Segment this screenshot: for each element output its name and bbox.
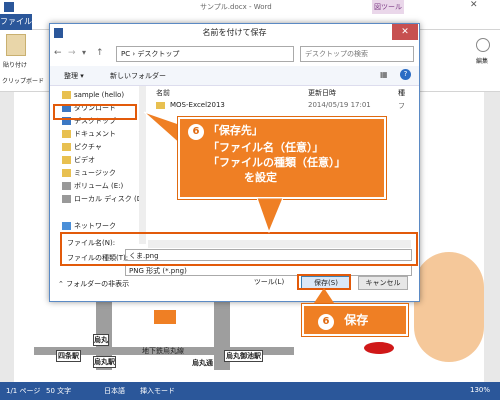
network-icon xyxy=(62,222,71,230)
map-label-oike: 烏丸御池駅 xyxy=(224,350,263,362)
word-title: サンプル.docx - Word xyxy=(200,3,272,11)
user-folder-icon xyxy=(62,91,71,99)
tools-button[interactable]: ツール(L) xyxy=(246,276,292,290)
paste-icon[interactable] xyxy=(6,34,26,56)
window-close-icon[interactable]: ✕ xyxy=(470,0,478,10)
callout-save-text: 保存 xyxy=(344,313,369,327)
nav-item-label: ピクチャ xyxy=(74,143,102,151)
pictures-folder-icon xyxy=(62,143,71,151)
column-header-type[interactable]: 種 xyxy=(398,88,405,98)
word-logo-icon xyxy=(4,2,14,12)
recent-chevron-icon[interactable]: ▾ xyxy=(82,48,86,57)
music-folder-icon xyxy=(62,169,71,177)
step-number-badge: 6 xyxy=(318,314,334,330)
nav-item-label: ネットワーク xyxy=(74,222,116,230)
nav-item-documents[interactable]: ドキュメント xyxy=(62,129,116,140)
file-type: フ xyxy=(398,102,405,110)
new-folder-button[interactable]: 新しいフォルダー xyxy=(110,71,166,81)
map-label-shijo: 四条駅 xyxy=(56,350,81,362)
callout-pointer-down xyxy=(256,197,284,234)
status-mode: 挿入モード xyxy=(140,387,175,395)
clipboard-group-label: クリップボード xyxy=(2,78,45,85)
status-zoom: 130% xyxy=(470,386,491,394)
nav-item-label: ローカル ディスク (D xyxy=(74,195,143,203)
status-page: 1/1 ページ xyxy=(6,387,41,395)
close-button[interactable]: ✕ xyxy=(392,24,418,40)
word-titlebar: サンプル.docx - Word 図ツール ✕ xyxy=(0,0,500,14)
search-input[interactable]: デスクトップの検索 xyxy=(300,46,414,62)
callout-line-4: を設定 xyxy=(244,171,277,184)
chevron-up-icon: ⌃ xyxy=(58,280,67,288)
highlight-desktop xyxy=(53,104,137,120)
nav-item-pictures[interactable]: ピクチャ xyxy=(62,142,102,153)
map-marker xyxy=(154,310,176,324)
drive-icon xyxy=(62,182,71,190)
back-arrow-icon[interactable]: ← xyxy=(54,48,62,58)
bear-illustration xyxy=(414,252,484,362)
nav-item-volume-e[interactable]: ボリューム (E:) xyxy=(62,181,123,192)
highlight-filename-filetype xyxy=(60,232,418,266)
cancel-button[interactable]: キャンセル xyxy=(358,276,408,290)
callout-line-2: 「ファイル名（任意）」 xyxy=(208,141,324,154)
up-arrow-icon[interactable]: ↑ xyxy=(96,48,104,58)
column-header-modified[interactable]: 更新日時 xyxy=(308,88,336,98)
callout-step6-settings: 6 「保存先」 「ファイル名（任意）」 「ファイルの種類（任意）」 を設定 xyxy=(177,116,387,200)
bear-bow-icon xyxy=(364,342,394,354)
documents-folder-icon xyxy=(62,130,71,138)
find-icon[interactable] xyxy=(476,38,490,52)
drive-icon xyxy=(62,195,71,203)
map-label-karasuma: 烏丸 xyxy=(93,334,109,346)
map-label-karasuma-dori: 烏丸通 xyxy=(192,359,213,367)
status-language: 日本語 xyxy=(104,387,125,395)
paste-label: 貼り付け xyxy=(3,62,28,69)
nav-item-label: ミュージック xyxy=(74,169,116,177)
videos-folder-icon xyxy=(62,156,71,164)
hide-folders-label: フォルダーの非表示 xyxy=(66,280,130,288)
nav-item-label: ボリューム (E:) xyxy=(74,182,124,190)
edit-label: 編集 xyxy=(476,58,489,65)
map-label-karasuma-eki: 烏丸駅 xyxy=(93,356,116,368)
address-row: ← → ▾ ↑ PC › デスクトップ デスクトップの検索 xyxy=(54,46,415,64)
view-options-icon[interactable]: ▦ xyxy=(380,70,388,79)
nav-item-label: ドキュメント xyxy=(74,130,116,138)
file-modified: 2014/05/19 17:01 xyxy=(308,101,371,109)
organize-button[interactable]: 整理 ▾ xyxy=(64,71,84,81)
status-bar: 1/1 ページ 50 文字 日本語 挿入モード 130% xyxy=(0,382,500,400)
dialog-toolbar: 整理 ▾ 新しいフォルダー ▦ ? xyxy=(50,66,419,86)
callout-line-3: 「ファイルの種類（任意）」 xyxy=(208,156,346,169)
nav-item-label: sample (hello) xyxy=(74,91,125,99)
map-label-subway: 地下鉄烏丸線 xyxy=(142,347,184,355)
callout-line-1: 「保存先」 xyxy=(207,124,263,137)
hide-folders-toggle[interactable]: ⌃ フォルダーの非表示 xyxy=(58,279,129,289)
word-logo-icon xyxy=(54,28,63,38)
nav-item-network[interactable]: ネットワーク xyxy=(62,221,116,232)
step-number-badge: 6 xyxy=(188,124,204,140)
nav-item-label: ビデオ xyxy=(74,156,95,164)
nav-item-local-disk[interactable]: ローカル ディスク (D xyxy=(62,194,142,205)
nav-item-sample[interactable]: sample (hello) xyxy=(62,90,124,101)
status-words: 50 文字 xyxy=(46,387,72,395)
callout-step6-save: 6 保存 xyxy=(301,303,409,337)
file-tab[interactable]: ファイル xyxy=(0,14,32,30)
help-icon[interactable]: ? xyxy=(400,69,411,80)
dialog-title: 名前を付けて保存 xyxy=(50,24,419,42)
address-bar[interactable]: PC › デスクトップ xyxy=(116,46,294,62)
nav-item-music[interactable]: ミュージック xyxy=(62,168,116,179)
picture-tools-tab[interactable]: 図ツール xyxy=(372,0,404,14)
forward-arrow-icon[interactable]: → xyxy=(68,48,76,58)
column-header-name[interactable]: 名前 xyxy=(156,88,170,98)
nav-item-videos[interactable]: ビデオ xyxy=(62,155,95,166)
